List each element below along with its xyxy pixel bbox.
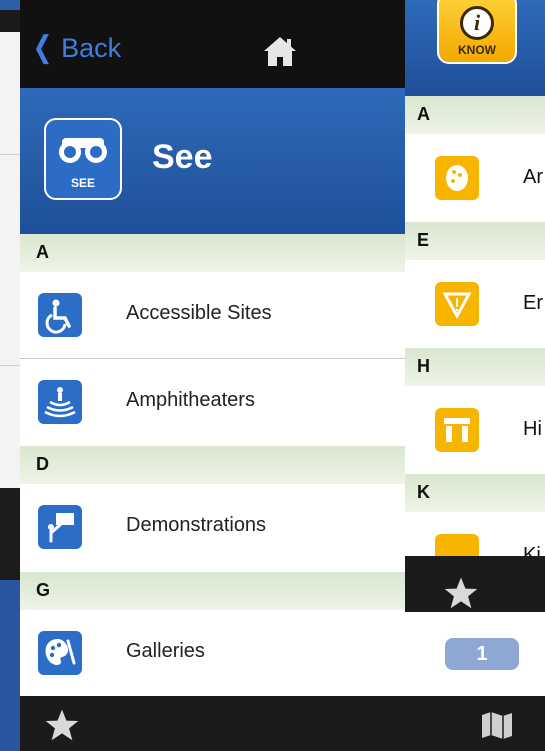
know-header: i KNOW	[403, 0, 545, 96]
list-item-label: Amphitheaters	[126, 389, 255, 411]
see-screen: ❮ Back SEE See A Accessible Sites Amphit…	[20, 0, 405, 751]
background-panel	[0, 580, 20, 751]
see-icon-label: SEE	[70, 176, 95, 190]
know-section-header-e: E	[403, 222, 545, 260]
binoculars-icon: SEE	[44, 118, 122, 200]
know-section-header-a: A	[403, 96, 545, 134]
background-divider	[0, 365, 20, 366]
wheelchair-icon	[38, 293, 82, 337]
favorites-star-icon[interactable]	[44, 708, 80, 742]
know-list-item[interactable]: Hi	[403, 386, 545, 475]
back-button[interactable]: ❮ Back	[30, 30, 122, 70]
list-item-label: Accessible Sites	[126, 302, 272, 324]
list-item-amphitheaters[interactable]: Amphitheaters	[20, 359, 405, 445]
know-list-item[interactable]: Ar	[403, 134, 545, 223]
section-header-g: G	[20, 572, 405, 610]
section-header-d: D	[20, 446, 405, 484]
palette-icon	[435, 156, 479, 200]
history-arch-icon	[435, 408, 479, 452]
bottom-toolbar-extension	[405, 696, 545, 751]
know-item-label: Hi	[523, 418, 542, 440]
list-item-label: Galleries	[126, 640, 205, 662]
bottom-toolbar	[20, 696, 405, 751]
know-screen: i KNOW A Ar E Er H Hi K Ki	[403, 0, 545, 632]
know-item-label: Ar	[523, 166, 543, 188]
navigation-bar: ❮ Back	[20, 0, 405, 92]
list-item-galleries[interactable]: Galleries	[20, 610, 405, 696]
section-letter: G	[36, 580, 51, 600]
section-letter: A	[36, 242, 49, 262]
know-section-header-h: H	[403, 348, 545, 386]
amphitheater-icon	[38, 380, 82, 424]
know-info-icon: i KNOW	[437, 0, 517, 64]
count-badge: 1	[445, 638, 519, 670]
emergency-icon	[435, 282, 479, 326]
know-section-header-k: K	[403, 474, 545, 512]
list-item-accessible-sites[interactable]: Accessible Sites	[20, 272, 405, 359]
know-item-label: Er	[523, 292, 543, 314]
background-list	[0, 32, 20, 492]
favorites-star-icon[interactable]	[443, 576, 479, 610]
home-icon[interactable]	[262, 33, 298, 69]
list-item-demonstrations[interactable]: Demonstrations	[20, 484, 405, 570]
list-item-label: Demonstrations	[126, 514, 267, 536]
page-title: See	[152, 138, 213, 176]
background-divider	[0, 154, 20, 155]
section-letter: D	[36, 454, 49, 474]
back-label: Back	[61, 33, 122, 63]
background-footer	[0, 488, 20, 578]
know-list-item[interactable]: Er	[403, 260, 545, 349]
palette-icon	[38, 631, 82, 675]
see-header: SEE See	[20, 88, 405, 236]
demonstration-icon	[38, 505, 82, 549]
section-header-a: A	[20, 234, 405, 272]
know-icon-label: KNOW	[458, 43, 496, 57]
map-icon[interactable]	[480, 710, 514, 740]
chevron-left-icon: ❮	[32, 31, 53, 64]
